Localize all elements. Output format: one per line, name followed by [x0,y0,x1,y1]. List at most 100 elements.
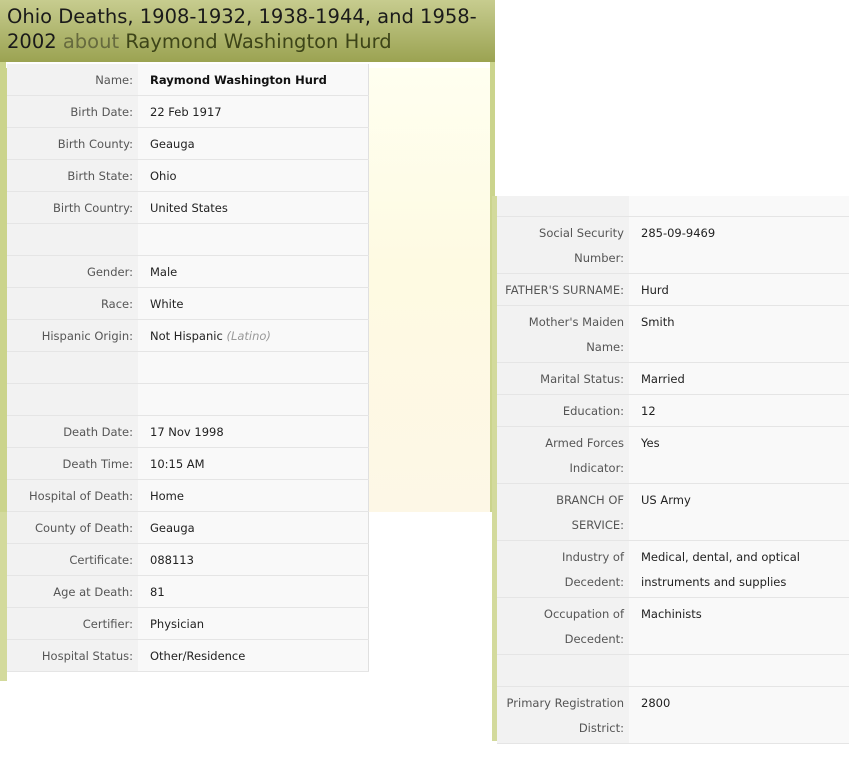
record-row: Gender: Male [7,255,369,288]
record-row: Mother's Maiden Name: Smith [497,305,849,363]
field-label: BRANCH OF SERVICE: [497,483,629,541]
field-value: Other/Residence [138,639,369,672]
record-row: Death Time: 10:15 AM [7,447,369,480]
field-value-text: Ohio [150,168,177,183]
field-value [629,196,849,217]
field-label: Certificate: [7,543,138,576]
field-label: Age at Death: [7,575,138,608]
record-row: Certifier: Physician [7,607,369,640]
record-row: Name: Raymond Washington Hurd [7,64,369,96]
field-value-text: Geauga [150,520,195,535]
field-value-text: 81 [150,584,165,599]
field-value: Medical, dental, and optical instruments… [629,540,849,598]
record-row: Education: 12 [497,394,849,427]
field-value-text: Not Hispanic [150,328,223,343]
record-row: Death Date: 17 Nov 1998 [7,415,369,448]
record-title: Ohio Deaths, 1908-1932, 1938-1944, and 1… [0,0,495,62]
field-value: Not Hispanic (Latino) [138,319,369,352]
field-value-text: White [150,296,184,311]
field-label [7,383,138,416]
field-value: Geauga [138,511,369,544]
right-record-table: Social Security Number: 285-09-9469 FATHER… [497,196,849,744]
field-label: Name: [7,64,138,96]
field-label [7,351,138,384]
field-label: Education: [497,394,629,427]
record-row: County of Death: Geauga [7,511,369,544]
field-value: 12 [629,394,849,427]
field-value: Yes [629,426,849,484]
field-value: Hurd [629,273,849,306]
field-value-text: Physician [150,616,205,631]
person-name-link[interactable]: Raymond Washington Hurd [125,30,391,53]
field-value: Home [138,479,369,512]
field-label: Birth Date: [7,95,138,128]
field-value: Male [138,255,369,288]
field-value-text: 10:15 AM [150,456,205,471]
field-value: United States [138,191,369,224]
field-value: Machinists [629,597,849,655]
field-label: Occupation of Decedent: [497,597,629,655]
field-value: 10:15 AM [138,447,369,480]
record-row: Armed Forces Indicator: Yes [497,426,849,484]
panel-glow [369,68,490,512]
field-value: 088113 [138,543,369,576]
record-row: Hospital Status: Other/Residence [7,639,369,672]
record-row: Social Security Number: 285-09-9469 [497,216,849,274]
field-label: Marital Status: [497,362,629,395]
about-text: about [62,30,120,53]
record-row: Birth Date: 22 Feb 1917 [7,95,369,128]
field-value: Ohio [138,159,369,192]
field-value-text: 22 Feb 1917 [150,104,222,119]
record-row: Birth Country: United States [7,191,369,224]
field-label: Industry of Decedent: [497,540,629,598]
record-row [7,223,369,256]
field-value: White [138,287,369,320]
field-note: (Latino) [226,328,271,343]
field-value-text: 088113 [150,552,194,567]
field-label: Birth County: [7,127,138,160]
record-row: Race: White [7,287,369,320]
field-value-text: Male [150,264,178,279]
field-label: Primary Registration District: [497,686,629,744]
record-row: Age at Death: 81 [7,575,369,608]
field-value: Married [629,362,849,395]
field-label: Birth State: [7,159,138,192]
field-value: 17 Nov 1998 [138,415,369,448]
field-label: Hispanic Origin: [7,319,138,352]
field-value-text: Other/Residence [150,648,246,663]
record-row: Hospital of Death: Home [7,479,369,512]
record-row [7,351,369,384]
spacer-row [497,196,849,217]
left-record-table: Name: Raymond Washington Hurd Birth Date: 2… [7,64,369,672]
field-value: US Army [629,483,849,541]
record-row: FATHER'S SURNAME: Hurd [497,273,849,306]
field-value-text: Raymond Washington Hurd [150,72,327,87]
record-row: BRANCH OF SERVICE: US Army [497,483,849,541]
field-label: Death Date: [7,415,138,448]
field-value: Physician [138,607,369,640]
field-label: County of Death: [7,511,138,544]
record-row: Certificate: 088113 [7,543,369,576]
field-label: Gender: [7,255,138,288]
field-label [7,223,138,256]
field-label: Mother's Maiden Name: [497,305,629,363]
field-value: Geauga [138,127,369,160]
field-value-text: Home [150,488,184,503]
record-row: Hispanic Origin: Not Hispanic (Latino) [7,319,369,352]
field-label [497,654,629,687]
field-label: Armed Forces Indicator: [497,426,629,484]
record-row: Marital Status: Married [497,362,849,395]
record-row: Birth County: Geauga [7,127,369,160]
field-value: 2800 [629,686,849,744]
record-row: Industry of Decedent: Medical, dental, an… [497,540,849,598]
title-text-2: 2002 [7,30,57,53]
record-row: Primary Registration District: 2800 [497,686,849,744]
field-value: 285-09-9469 [629,216,849,274]
field-label: Death Time: [7,447,138,480]
field-label: Hospital Status: [7,639,138,672]
record-row: Occupation of Decedent: Machinists [497,597,849,655]
record-row [7,383,369,416]
field-value [138,351,369,384]
record-row: Birth State: Ohio [7,159,369,192]
field-value: 22 Feb 1917 [138,95,369,128]
